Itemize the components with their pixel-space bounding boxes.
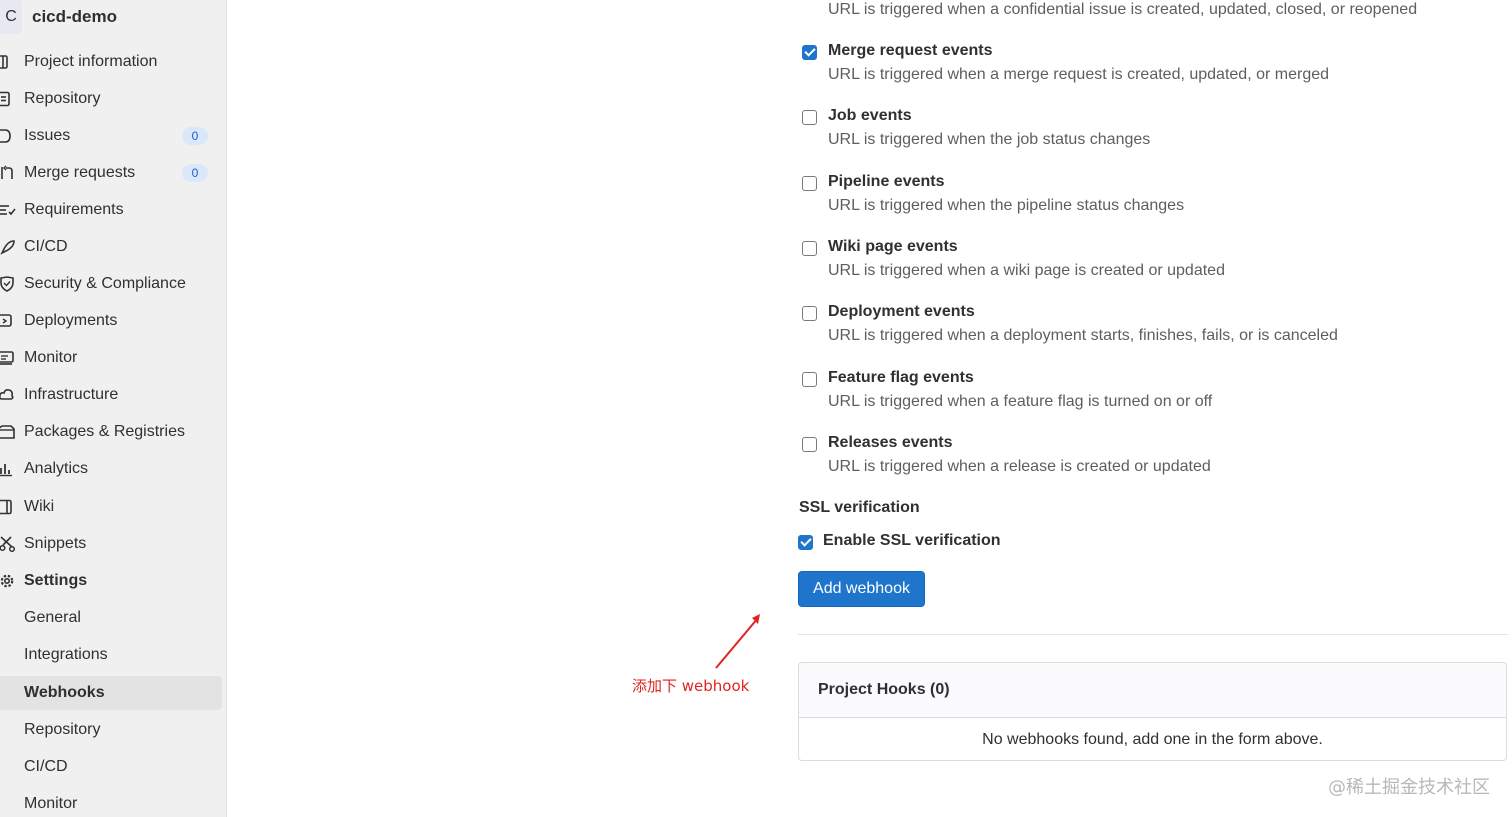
releases-events-checkbox[interactable]: [802, 437, 817, 452]
sidebar-item-monitor[interactable]: Monitor: [0, 341, 222, 375]
sidebar-item-label: Repository: [24, 90, 101, 107]
sidebar-item-label: Infrastructure: [24, 386, 119, 403]
event-description: URL is triggered when the job status cha…: [828, 131, 1151, 148]
sidebar-subitem-label: Webhooks: [24, 684, 105, 701]
annotation-text: 添加下 webhook: [632, 677, 750, 695]
sidebar-item-label: CI/CD: [24, 238, 68, 255]
watermark: @稀土掘金技术社区: [1328, 777, 1490, 798]
sidebar-item-label: Deployments: [24, 312, 118, 329]
merge-request-events-checkbox[interactable]: [802, 45, 817, 60]
project-avatar: C: [0, 0, 22, 34]
sidebar-subitem-integrations[interactable]: Integrations: [0, 638, 222, 672]
ssl-verification-checkbox[interactable]: [798, 535, 813, 550]
sidebar-item-cicd[interactable]: CI/CD: [0, 230, 222, 264]
ssl-verification-label[interactable]: Enable SSL verification: [823, 532, 1001, 550]
job-events-checkbox[interactable]: [802, 110, 817, 125]
event-description: URL is triggered when a deployment start…: [828, 327, 1338, 344]
sidebar-subitem-cicd[interactable]: CI/CD: [0, 750, 222, 784]
event-description: URL is triggered when a feature flag is …: [828, 393, 1213, 410]
sidebar-item-merge-requests[interactable]: Merge requests 0: [0, 156, 222, 190]
gear-icon: [0, 573, 16, 589]
ssl-verification-heading: SSL verification: [799, 499, 920, 516]
repository-icon: [0, 91, 16, 107]
deployment-events-checkbox[interactable]: [802, 306, 817, 321]
divider: [798, 634, 1508, 635]
event-title[interactable]: Feature flag events: [828, 369, 974, 387]
sidebar-item-repository[interactable]: Repository: [0, 82, 222, 116]
sidebar-item-wiki[interactable]: Wiki: [0, 490, 222, 524]
requirements-icon: [0, 202, 16, 218]
sidebar-subitem-label: General: [24, 609, 81, 626]
event-description: URL is triggered when a merge request is…: [828, 66, 1330, 83]
project-hooks-card: Project Hooks (0) No webhooks found, add…: [798, 662, 1507, 761]
event-title[interactable]: Wiki page events: [828, 238, 958, 256]
sidebar-item-label: Requirements: [24, 201, 124, 218]
event-title[interactable]: Deployment events: [828, 303, 975, 321]
sidebar-item-label: Settings: [24, 572, 88, 589]
scissors-icon: [0, 536, 16, 552]
sidebar-subitem-label: Repository: [24, 721, 101, 738]
confidential-issue-events-description: URL is triggered when a confidential iss…: [828, 1, 1418, 18]
project-hooks-header: Project Hooks (0): [799, 663, 1506, 718]
sidebar-item-label: Snippets: [24, 535, 87, 552]
sidebar-item-label: Analytics: [24, 460, 89, 477]
chart-icon: [0, 461, 16, 477]
event-title[interactable]: Merge request events: [828, 42, 993, 60]
sidebar-subitem-general[interactable]: General: [0, 601, 222, 635]
project-hooks-empty-message: No webhooks found, add one in the form a…: [982, 730, 1323, 748]
sidebar-subitem-webhooks[interactable]: Webhooks: [0, 676, 222, 710]
event-title[interactable]: Releases events: [828, 434, 953, 452]
sidebar-item-issues[interactable]: Issues 0: [0, 119, 222, 153]
pipeline-events-checkbox[interactable]: [802, 176, 817, 191]
project-header[interactable]: C cicd-demo: [0, 0, 227, 34]
rocket-icon: [0, 239, 16, 255]
sidebar-item-label: Project information: [24, 53, 158, 70]
sidebar-item-label: Wiki: [24, 498, 55, 515]
event-description: URL is triggered when a wiki page is cre…: [828, 262, 1225, 279]
sidebar-item-project-information[interactable]: Project information: [0, 45, 222, 79]
sidebar-item-snippets[interactable]: Snippets: [0, 527, 222, 561]
sidebar-item-label: Merge requests: [24, 164, 136, 181]
cloud-icon: [0, 387, 16, 403]
sidebar-subitem-label: Monitor: [24, 795, 78, 812]
sidebar-item-label: Monitor: [24, 349, 78, 366]
add-webhook-button[interactable]: Add webhook: [798, 571, 925, 607]
sidebar-item-label: Packages & Registries: [24, 423, 185, 440]
sidebar-item-deployments[interactable]: Deployments: [0, 304, 222, 338]
deployments-icon: [0, 313, 16, 329]
book-icon: [0, 499, 16, 515]
sidebar-subitem-monitor[interactable]: Monitor: [0, 787, 222, 817]
wiki-page-events-checkbox[interactable]: [802, 241, 817, 256]
shield-icon: [0, 276, 16, 292]
sidebar-item-requirements[interactable]: Requirements: [0, 193, 222, 227]
sidebar-subitem-label: CI/CD: [24, 758, 68, 775]
sidebar-item-analytics[interactable]: Analytics: [0, 452, 222, 486]
merge-requests-count-badge: 0: [182, 164, 208, 182]
issues-icon: [0, 128, 16, 144]
sidebar-item-label: Issues: [24, 127, 71, 144]
sidebar-subitem-label: Integrations: [24, 646, 108, 663]
sidebar-item-security-compliance[interactable]: Security & Compliance: [0, 267, 222, 301]
project-name: cicd-demo: [32, 7, 118, 26]
sidebar-item-infrastructure[interactable]: Infrastructure: [0, 378, 222, 412]
package-icon: [0, 424, 16, 440]
project-info-icon: [0, 54, 16, 70]
monitor-icon: [0, 350, 16, 366]
sidebar-item-label: Security & Compliance: [24, 275, 186, 292]
merge-request-icon: [0, 165, 16, 181]
sidebar-subitem-repository[interactable]: Repository: [0, 713, 222, 747]
feature-flag-events-checkbox[interactable]: [802, 372, 817, 387]
sidebar-item-packages-registries[interactable]: Packages & Registries: [0, 415, 222, 449]
event-description: URL is triggered when the pipeline statu…: [828, 197, 1185, 214]
issues-count-badge: 0: [182, 127, 208, 145]
sidebar-item-settings[interactable]: Settings: [0, 564, 222, 598]
event-title[interactable]: Pipeline events: [828, 173, 945, 191]
annotation-arrow-icon: [715, 614, 760, 669]
sidebar: C cicd-demo Project information Reposito…: [0, 0, 227, 817]
event-title[interactable]: Job events: [828, 107, 912, 125]
event-description: URL is triggered when a release is creat…: [828, 458, 1211, 475]
